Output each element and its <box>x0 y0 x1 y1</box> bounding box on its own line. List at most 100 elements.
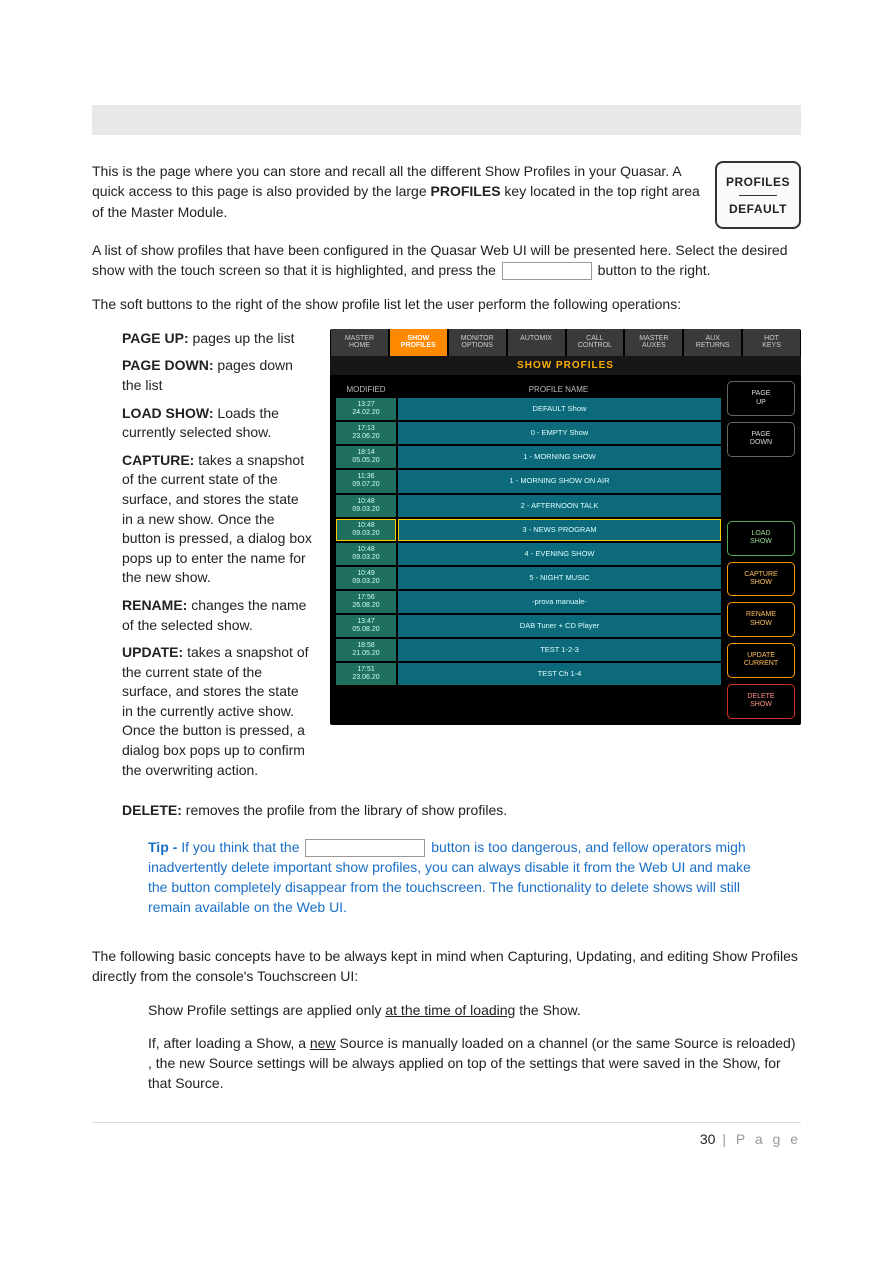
tip-label: Tip - <box>148 839 181 855</box>
profile-row[interactable]: 10:4809.03.202 - AFTERNOON TALK <box>336 495 721 517</box>
def-capture-text: takes a snapshot of the current state of… <box>122 452 312 586</box>
c1-underline: at the time of loading <box>385 1002 515 1018</box>
row-name: DAB Tuner + CD Player <box>398 615 721 637</box>
screenshot-rows: 13:2724.02.20DEFAULT Show17:1323.06.200 … <box>336 398 721 685</box>
intro-paragraph: This is the page where you can store and… <box>92 161 801 222</box>
def-delete-text: removes the profile from the library of … <box>182 802 507 818</box>
c2-a: If, after loading a Show, a <box>148 1035 310 1051</box>
def-update-label: UPDATE: <box>122 644 183 660</box>
concepts-section: The following basic concepts have to be … <box>92 946 801 1094</box>
profiles-key-graphic: PROFILES DEFAULT <box>715 161 801 229</box>
profile-row[interactable]: 17:5123.06.20TEST Ch 1-4 <box>336 663 721 685</box>
def-pagedown: PAGE DOWN: pages down the list <box>122 356 312 395</box>
page-content: This is the page where you can store and… <box>0 0 893 1187</box>
screenshot-tab[interactable]: HOTKEYS <box>743 329 800 356</box>
def-loadshow: LOAD SHOW: Loads the currently selected … <box>122 404 312 443</box>
screenshot-tab[interactable]: AUXRETURNS <box>684 329 741 356</box>
def-update: UPDATE: takes a snapshot of the current … <box>122 643 312 780</box>
p2-b: button to the right. <box>594 262 711 278</box>
row-modified: 10:4809.03.20 <box>336 495 396 517</box>
def-capture-label: CAPTURE: <box>122 452 194 468</box>
screenshot-button[interactable]: UPDATECURRENT <box>727 643 795 678</box>
row-name: 3 - NEWS PROGRAM <box>398 519 721 541</box>
def-loadshow-label: LOAD SHOW: <box>122 405 214 421</box>
profile-row[interactable]: 11:3609.07.201 - MORNING SHOW ON AIR <box>336 470 721 492</box>
touchscreen-screenshot: MASTERHOMESHOWPROFILESMONITOROPTIONSAUTO… <box>330 329 801 725</box>
def-delete-label: DELETE: <box>122 802 182 818</box>
blank-button-placeholder <box>502 262 592 280</box>
row-name: TEST 1-2-3 <box>398 639 721 661</box>
c1-a: Show Profile settings are applied only <box>148 1002 385 1018</box>
concept-1: Show Profile settings are applied only a… <box>92 1000 801 1020</box>
row-modified: 10:4909.03.20 <box>336 567 396 589</box>
profile-row[interactable]: 10:4909.03.205 - NIGHT MUSIC <box>336 567 721 589</box>
screenshot-button[interactable]: RENAMESHOW <box>727 602 795 637</box>
row-modified: 18:5821.05.20 <box>336 639 396 661</box>
profile-row[interactable]: 13:2724.02.20DEFAULT Show <box>336 398 721 420</box>
row-modified: 17:5123.06.20 <box>336 663 396 685</box>
concept-2: If, after loading a Show, a new Source i… <box>92 1033 801 1094</box>
profiles-keyword: PROFILES <box>431 183 501 199</box>
soft-buttons-intro: The soft buttons to the right of the sho… <box>92 294 801 314</box>
row-modified: 18:1405.05.20 <box>336 446 396 468</box>
profile-row[interactable]: 10:4809.03.203 - NEWS PROGRAM <box>336 519 721 541</box>
screenshot-button[interactable]: CAPTURESHOW <box>727 562 795 597</box>
screenshot-tabs: MASTERHOMESHOWPROFILESMONITOROPTIONSAUTO… <box>330 329 801 356</box>
two-column-section: PAGE UP: pages up the list PAGE DOWN: pa… <box>92 329 801 788</box>
screenshot-button[interactable]: DELETESHOW <box>727 684 795 719</box>
profile-row[interactable]: 18:1405.05.201 - MORNING SHOW <box>336 446 721 468</box>
row-name: 4 - EVENING SHOW <box>398 543 721 565</box>
row-name: TEST Ch 1-4 <box>398 663 721 685</box>
row-modified: 17:5626.08.20 <box>336 591 396 613</box>
tip-box: Tip - If you think that the button is to… <box>148 837 801 918</box>
button-gap <box>727 463 795 515</box>
col-profile-name: PROFILE NAME <box>396 385 721 394</box>
row-modified: 11:3609.07.20 <box>336 470 396 492</box>
definitions-column: PAGE UP: pages up the list PAGE DOWN: pa… <box>92 329 312 788</box>
c2-underline: new <box>310 1035 336 1051</box>
profile-row[interactable]: 13:4705.08.20DAB Tuner + CD Player <box>336 615 721 637</box>
screenshot-list-header: MODIFIED PROFILE NAME <box>336 381 721 398</box>
def-pagedown-label: PAGE DOWN: <box>122 357 214 373</box>
def-delete: DELETE: removes the profile from the lib… <box>92 800 801 820</box>
row-modified: 10:4809.03.20 <box>336 543 396 565</box>
intro-section: This is the page where you can store and… <box>92 161 801 222</box>
row-name: 2 - AFTERNOON TALK <box>398 495 721 517</box>
row-modified: 17:1323.06.20 <box>336 422 396 444</box>
def-pageup-label: PAGE UP: <box>122 330 189 346</box>
profile-row[interactable]: 18:5821.05.20TEST 1-2-3 <box>336 639 721 661</box>
header-bar <box>92 105 801 135</box>
def-rename: RENAME: changes the name of the selected… <box>122 596 312 635</box>
select-show-paragraph: A list of show profiles that have been c… <box>92 240 801 281</box>
row-name: 0 - EMPTY Show <box>398 422 721 444</box>
def-update-text: takes a snapshot of the current state of… <box>122 644 309 778</box>
row-name: -prova manuale- <box>398 591 721 613</box>
screenshot-list: MODIFIED PROFILE NAME 13:2724.02.20DEFAU… <box>336 381 721 718</box>
profile-row[interactable]: 17:1323.06.200 - EMPTY Show <box>336 422 721 444</box>
row-modified: 13:4705.08.20 <box>336 615 396 637</box>
screenshot-button[interactable]: PAGEDOWN <box>727 422 795 457</box>
profiles-key-bottom: DEFAULT <box>729 202 787 216</box>
page-footer: 30 | P a g e <box>92 1122 801 1147</box>
screenshot-body: MODIFIED PROFILE NAME 13:2724.02.20DEFAU… <box>330 375 801 724</box>
profile-row[interactable]: 17:5626.08.20-prova manuale- <box>336 591 721 613</box>
col-modified: MODIFIED <box>336 385 396 394</box>
profiles-key-top: PROFILES <box>726 175 790 189</box>
def-capture: CAPTURE: takes a snapshot of the current… <box>122 451 312 588</box>
screenshot-button[interactable]: PAGEUP <box>727 381 795 416</box>
row-modified: 10:4809.03.20 <box>336 519 396 541</box>
screenshot-tab[interactable]: MASTERAUXES <box>625 329 682 356</box>
concepts-intro: The following basic concepts have to be … <box>92 946 801 987</box>
profile-row[interactable]: 10:4809.03.204 - EVENING SHOW <box>336 543 721 565</box>
screenshot-tab[interactable]: AUTOMIX <box>508 329 565 356</box>
row-modified: 13:2724.02.20 <box>336 398 396 420</box>
row-name: 1 - MORNING SHOW ON AIR <box>398 470 721 492</box>
screenshot-tab[interactable]: CALLCONTROL <box>567 329 624 356</box>
screenshot-tab[interactable]: SHOWPROFILES <box>390 329 447 356</box>
c1-b: the Show. <box>515 1002 580 1018</box>
screenshot-button[interactable]: LOADSHOW <box>727 521 795 556</box>
screenshot-tab[interactable]: MONITOROPTIONS <box>449 329 506 356</box>
blank-delete-button-placeholder <box>305 839 425 857</box>
tip-t1: If you think that the <box>181 839 303 855</box>
screenshot-tab[interactable]: MASTERHOME <box>331 329 388 356</box>
